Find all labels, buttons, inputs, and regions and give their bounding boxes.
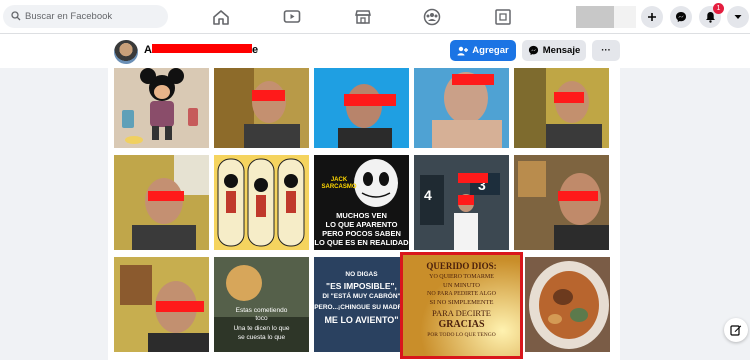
more-options-label: ··· <box>601 45 611 56</box>
jack-title: JACK SARCASMO <box>321 177 357 190</box>
face-redaction <box>148 191 184 201</box>
bell-icon <box>705 12 715 23</box>
impossible-text-4: PERO...¡CHINGUE SU MADRE! <box>314 304 409 311</box>
search-box[interactable] <box>3 5 168 28</box>
face-redaction <box>452 74 494 85</box>
message-label: Mensaje <box>542 45 581 56</box>
profile-shortcut[interactable] <box>576 6 614 28</box>
photo-tile[interactable] <box>214 68 309 148</box>
impossible-text-3: DI "ESTÁ MUY CABRÓN" <box>322 293 401 300</box>
selfie-photo <box>514 155 609 250</box>
sunset-text-1: Estas cometiendo <box>235 307 288 314</box>
impossible-text-5: ME LO AVIENTO" <box>324 315 399 325</box>
new-message-button[interactable] <box>724 318 748 342</box>
avatar[interactable] <box>114 40 138 64</box>
photo-tile[interactable] <box>314 68 409 148</box>
compose-icon <box>730 325 742 336</box>
face-redaction <box>252 90 285 101</box>
notification-badge: 1 <box>713 3 724 14</box>
face-redaction <box>458 195 474 205</box>
add-friend-label: Agregar <box>472 45 509 56</box>
sunset-text-2: toco <box>255 315 268 322</box>
impossible-text-1: NO DIGAS <box>345 271 378 278</box>
photo-tile[interactable] <box>214 155 309 250</box>
photo-tile[interactable]: 3 4 <box>414 155 509 250</box>
svg-text:4: 4 <box>424 187 432 203</box>
selfie-photo <box>114 155 209 250</box>
profile-shortcut-spacer <box>614 6 636 28</box>
home-icon[interactable] <box>208 5 234 29</box>
photo-tile[interactable]: NO DIGAS "ES IMPOSIBLE", DI "ESTÁ MUY CA… <box>314 257 409 352</box>
profile-name-suffix: e <box>252 44 259 56</box>
name-redaction <box>152 44 252 53</box>
photo-tile[interactable] <box>414 68 509 148</box>
photo-tile[interactable] <box>525 257 610 352</box>
selfie-photo <box>314 68 409 148</box>
notifications-button[interactable]: 1 <box>699 3 724 28</box>
selfie-photo <box>514 68 609 148</box>
face-redaction <box>156 301 204 312</box>
search-icon <box>11 11 21 21</box>
caret-down-icon <box>734 15 742 19</box>
mickey-skateboards-image <box>214 155 309 250</box>
profile-header-bar <box>0 34 750 68</box>
profile-name[interactable]: A <box>144 44 152 56</box>
photo-tile[interactable] <box>114 155 209 250</box>
selfie-photo <box>214 68 309 148</box>
face-redaction <box>554 92 584 103</box>
sunset-text-3: Una te dicen lo que <box>233 325 290 332</box>
face-redaction <box>344 94 396 106</box>
face-redaction <box>458 173 488 183</box>
jack-quote: MUCHOS VEN LO QUE APARENTO PERO POCOS SA… <box>314 211 409 247</box>
search-input[interactable] <box>25 8 165 25</box>
photo-tile[interactable] <box>514 155 609 250</box>
messenger-icon <box>676 12 686 22</box>
top-navbar: 1 <box>0 0 750 34</box>
gaming-icon[interactable] <box>490 5 516 29</box>
photo-tile[interactable] <box>114 68 209 148</box>
marketplace-icon[interactable] <box>350 5 376 29</box>
photo-tile[interactable]: Estas cometiendo toco Una te dicen lo qu… <box>214 257 309 352</box>
plus-icon <box>648 13 656 21</box>
photo-tile[interactable]: JACK SARCASMO MUCHOS VEN LO QUE APARENTO… <box>314 155 409 250</box>
add-friend-icon <box>457 46 469 55</box>
groups-icon[interactable] <box>419 5 445 29</box>
add-friend-button[interactable]: Agregar <box>450 40 516 61</box>
more-options-button[interactable]: ··· <box>592 40 620 61</box>
cartoon-mickey-image <box>122 68 198 144</box>
impossible-text-2: "ES IMPOSIBLE", <box>326 281 397 291</box>
face-redaction <box>558 191 598 201</box>
photo-tile[interactable] <box>514 68 609 148</box>
selected-photo-highlight <box>400 252 523 359</box>
food-plate-image <box>525 257 610 352</box>
messenger-button[interactable] <box>670 6 692 28</box>
photo-tile[interactable] <box>114 257 209 352</box>
messenger-icon <box>528 45 538 56</box>
sunset-text-4: se cuesta lo que <box>237 334 286 341</box>
create-button[interactable] <box>641 6 663 28</box>
message-button[interactable]: Mensaje <box>522 40 586 61</box>
account-menu-button[interactable] <box>727 6 749 28</box>
watch-icon[interactable] <box>279 5 305 29</box>
